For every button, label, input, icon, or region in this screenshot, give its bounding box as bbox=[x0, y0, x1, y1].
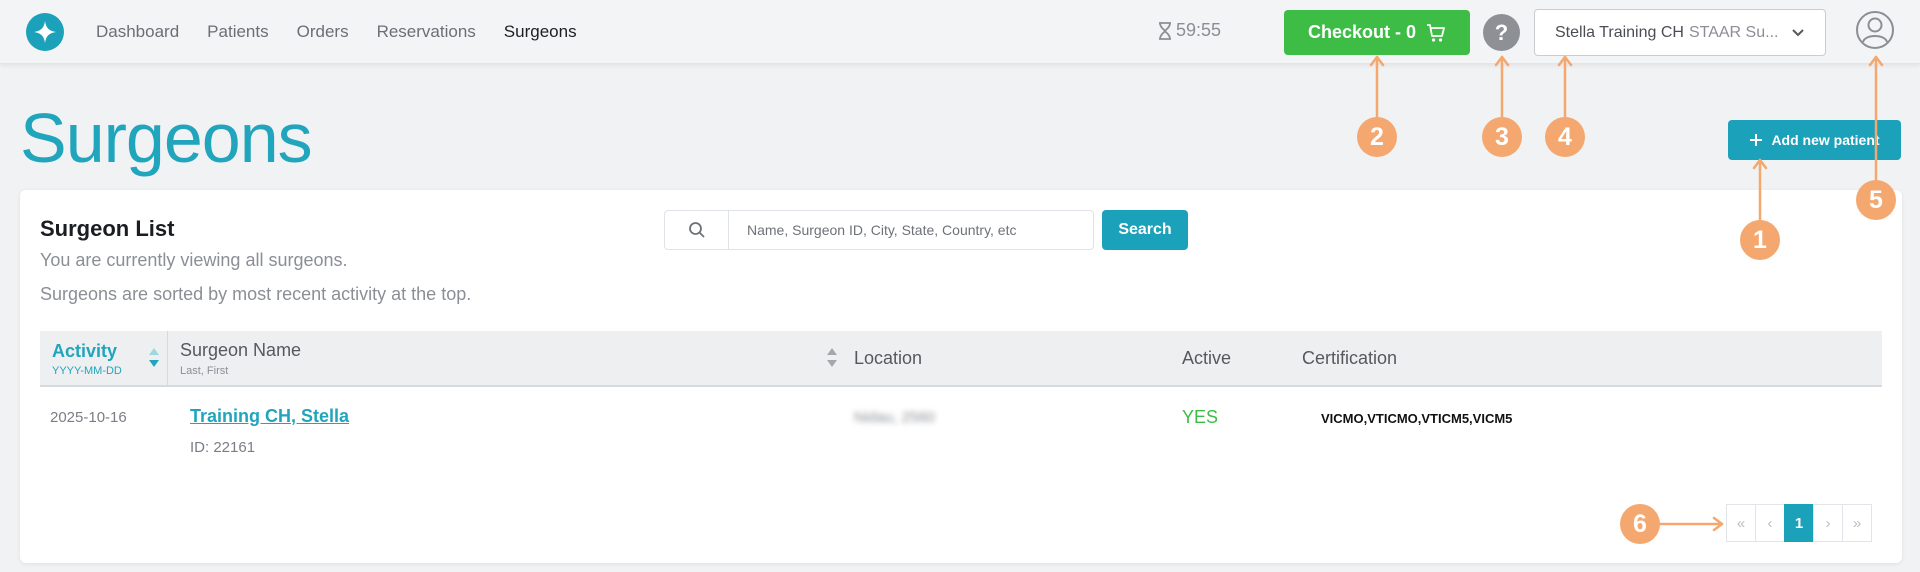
surgeon-list-subtitle: You are currently viewing all surgeons. bbox=[40, 250, 348, 270]
account-org: STAAR Su... bbox=[1688, 23, 1779, 41]
surgeon-name-link[interactable]: Training CH, Stella bbox=[190, 406, 349, 427]
main-nav: Dashboard Patients Orders Reservations S… bbox=[96, 0, 577, 64]
chevron-down-icon bbox=[1792, 29, 1804, 37]
search-icon bbox=[665, 211, 729, 249]
pagination-first[interactable]: « bbox=[1726, 504, 1756, 542]
column-certification: Certification bbox=[1302, 348, 1398, 368]
nav-item-dashboard[interactable]: Dashboard bbox=[96, 22, 179, 42]
pagination-last[interactable]: » bbox=[1842, 504, 1872, 542]
column-activity-format: YYYY-MM-DD bbox=[52, 365, 122, 377]
search-box bbox=[664, 210, 1094, 250]
user-profile-button[interactable] bbox=[1855, 10, 1895, 50]
surgeon-location: Nidau, 2560 bbox=[854, 409, 935, 426]
account-name: Stella Training CH bbox=[1555, 23, 1684, 41]
table-row: 2025-10-16 Training CH, Stella ID: 22161… bbox=[40, 389, 1882, 471]
surgeon-id: ID: 22161 bbox=[190, 439, 256, 456]
row-activity-date: 2025-10-16 bbox=[50, 409, 127, 426]
surgeon-list-title: Surgeon List bbox=[40, 216, 175, 241]
callout-badge-6: 6 bbox=[1620, 504, 1660, 544]
search-input[interactable] bbox=[729, 222, 1069, 238]
question-icon: ? bbox=[1494, 19, 1509, 45]
pagination-page-1[interactable]: 1 bbox=[1784, 504, 1814, 542]
add-new-patient-button[interactable]: Add new patient bbox=[1728, 120, 1901, 160]
column-surgeon-name-label: Surgeon Name bbox=[180, 340, 302, 360]
session-timer: 59:55 bbox=[1158, 20, 1221, 41]
active-status: YES bbox=[1182, 407, 1219, 427]
callout-badge-4: 4 bbox=[1545, 117, 1585, 157]
sort-icon bbox=[827, 348, 837, 367]
table-header: Activity YYYY-MM-DD Surgeon Name Last, F… bbox=[40, 331, 1882, 387]
callout-badge-3: 3 bbox=[1482, 117, 1522, 157]
user-circle-icon bbox=[1856, 11, 1894, 49]
search-button[interactable]: Search bbox=[1102, 210, 1188, 250]
top-navbar: Dashboard Patients Orders Reservations S… bbox=[0, 0, 1920, 64]
nav-item-orders[interactable]: Orders bbox=[297, 22, 349, 42]
cart-icon bbox=[1427, 23, 1445, 42]
certification-list: VICMO,VTICMO,VTICM5,VICM5 bbox=[1321, 411, 1513, 426]
callout-badge-1: 1 bbox=[1740, 220, 1780, 260]
nav-item-surgeons[interactable]: Surgeons bbox=[504, 22, 577, 42]
nav-item-reservations[interactable]: Reservations bbox=[377, 22, 476, 42]
page-title: Surgeons bbox=[20, 99, 313, 177]
pagination: « ‹ 1 › » bbox=[1726, 504, 1872, 542]
column-location: Location bbox=[854, 348, 923, 368]
callout-badge-5: 5 bbox=[1856, 180, 1896, 220]
checkout-button[interactable]: Checkout - 0 bbox=[1284, 10, 1470, 55]
pagination-prev[interactable]: ‹ bbox=[1755, 504, 1785, 542]
column-activity-label: Activity bbox=[52, 341, 118, 361]
column-active: Active bbox=[1182, 348, 1232, 368]
callout-badge-2: 2 bbox=[1357, 117, 1397, 157]
star-logo-icon[interactable] bbox=[26, 13, 64, 51]
nav-item-patients[interactable]: Patients bbox=[207, 22, 268, 42]
hourglass-icon bbox=[1159, 21, 1171, 40]
account-selector[interactable]: Stella Training CH STAAR Su... bbox=[1534, 9, 1826, 56]
checkout-label: Checkout - 0 bbox=[1307, 22, 1417, 42]
column-surgeon-name[interactable]: Surgeon Name Last, First bbox=[168, 331, 848, 387]
column-activity[interactable]: Activity YYYY-MM-DD bbox=[40, 331, 168, 387]
column-surgeon-name-format: Last, First bbox=[180, 365, 229, 377]
sort-icon bbox=[149, 348, 159, 367]
surgeon-list-card: Surgeon List You are currently viewing a… bbox=[20, 190, 1902, 563]
add-new-patient-label: Add new patient bbox=[1771, 132, 1880, 148]
plus-icon bbox=[1750, 134, 1763, 146]
help-button[interactable]: ? bbox=[1483, 14, 1520, 51]
surgeon-list-sort-note: Surgeons are sorted by most recent activ… bbox=[40, 284, 472, 304]
pagination-next[interactable]: › bbox=[1813, 504, 1843, 542]
timer-value: 59:55 bbox=[1176, 20, 1222, 40]
